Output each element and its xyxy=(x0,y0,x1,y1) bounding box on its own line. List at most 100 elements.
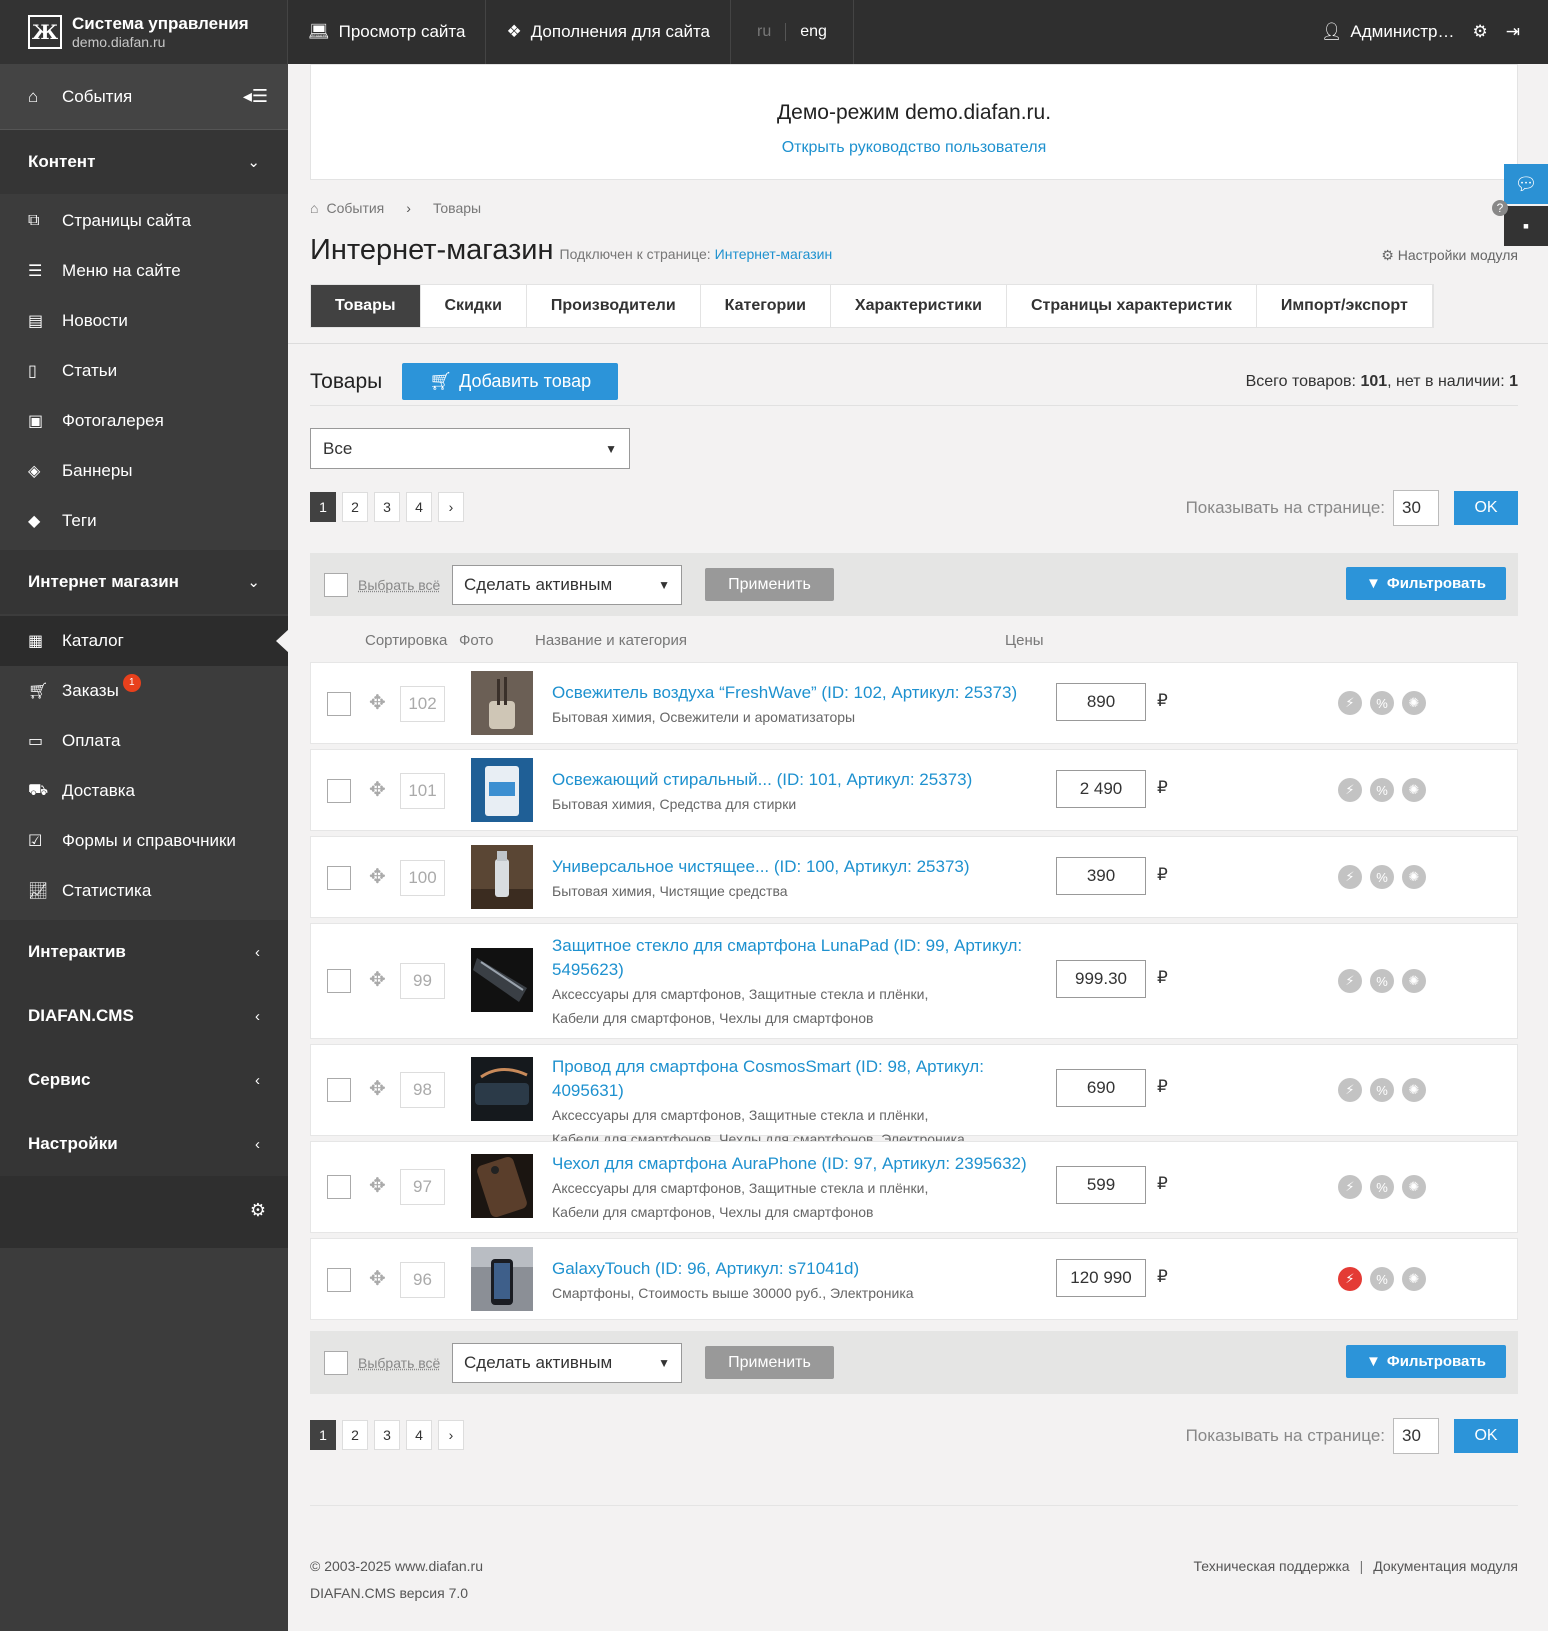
discount-icon[interactable]: % xyxy=(1370,1175,1394,1199)
price-input[interactable]: 690 xyxy=(1056,1069,1146,1107)
filter-button[interactable]: ▼ Фильтровать xyxy=(1346,567,1506,600)
product-name-link[interactable]: GalaxyTouch (ID: 96, Артикул: s71041d) xyxy=(552,1257,1032,1281)
tab-categories[interactable]: Категории xyxy=(701,285,831,327)
hit-toggle-icon[interactable]: ⚡ xyxy=(1338,778,1362,802)
filter-button[interactable]: ▼ Фильтровать xyxy=(1346,1345,1506,1378)
sidebar-item-tags[interactable]: ◆ Теги xyxy=(0,496,288,546)
sidebar-item-events[interactable]: ⌂ События ◂☰ xyxy=(0,64,288,130)
docs-link[interactable]: Документация модуля xyxy=(1373,1558,1518,1574)
per-page-input[interactable]: 30 xyxy=(1393,1418,1439,1454)
hit-toggle-icon[interactable]: ⚡ xyxy=(1338,691,1362,715)
user-guide-link[interactable]: Открыть руководство пользователя xyxy=(311,139,1517,157)
new-badge-icon[interactable]: ✺ xyxy=(1402,778,1426,802)
product-name-link[interactable]: Чехол для смартфона AuraPhone (ID: 97, А… xyxy=(552,1152,1032,1176)
select-all-link[interactable]: Выбрать всё xyxy=(358,577,440,593)
new-badge-icon[interactable]: ✺ xyxy=(1402,691,1426,715)
sidebar-item-pages[interactable]: ⧉ Страницы сайта xyxy=(0,196,288,246)
breadcrumb-events[interactable]: События xyxy=(326,200,384,216)
add-product-button[interactable]: 🛒︎ Добавить товар xyxy=(402,363,619,400)
category-filter-select[interactable]: Все ▼ xyxy=(310,428,630,469)
select-all-link[interactable]: Выбрать всё xyxy=(358,1355,440,1371)
sort-input[interactable]: 96 xyxy=(400,1262,445,1298)
logout-icon[interactable]: ⇥ xyxy=(1506,22,1520,42)
sidebar-item-banners[interactable]: ◈ Баннеры xyxy=(0,446,288,496)
sort-input[interactable]: 102 xyxy=(400,686,445,722)
support-link[interactable]: Техническая поддержка xyxy=(1193,1558,1349,1574)
page-3[interactable]: 3 xyxy=(374,1420,400,1450)
move-icon[interactable]: ✥ xyxy=(369,967,386,992)
per-page-ok-button[interactable]: OK xyxy=(1454,491,1518,525)
breadcrumb-products[interactable]: Товары xyxy=(433,200,481,216)
new-badge-icon[interactable]: ✺ xyxy=(1402,865,1426,889)
sidebar-item-gallery[interactable]: ▣ Фотогалерея xyxy=(0,396,288,446)
apply-button[interactable]: Применить xyxy=(705,568,834,601)
hit-toggle-icon[interactable]: ⚡ xyxy=(1338,1078,1362,1102)
sort-input[interactable]: 98 xyxy=(400,1072,445,1108)
discount-icon[interactable]: % xyxy=(1370,1078,1394,1102)
discount-icon[interactable]: % xyxy=(1370,865,1394,889)
sort-input[interactable]: 99 xyxy=(400,963,445,999)
tab-param-pages[interactable]: Страницы характеристик xyxy=(1007,285,1257,327)
move-icon[interactable]: ✥ xyxy=(369,1173,386,1198)
discount-icon[interactable]: % xyxy=(1370,1267,1394,1291)
apply-button[interactable]: Применить xyxy=(705,1346,834,1379)
per-page-ok-button[interactable]: OK xyxy=(1454,1419,1518,1453)
view-site-link[interactable]: 💻︎ Просмотр сайта xyxy=(288,0,487,64)
sidebar-section-interactive[interactable]: Интерактив ‹ xyxy=(0,920,288,984)
new-badge-icon[interactable]: ✺ xyxy=(1402,1175,1426,1199)
tab-products[interactable]: Товары xyxy=(311,285,421,327)
sidebar-section-settings[interactable]: Настройки ‹ xyxy=(0,1112,288,1176)
page-4[interactable]: 4 xyxy=(406,492,432,522)
product-name-link[interactable]: Освежитель воздуха “FreshWave” (ID: 102,… xyxy=(552,681,1032,705)
tab-discounts[interactable]: Скидки xyxy=(421,285,527,327)
row-checkbox[interactable] xyxy=(327,779,351,803)
per-page-input[interactable]: 30 xyxy=(1393,490,1439,526)
gear-icon[interactable]: ⚙ xyxy=(1473,22,1488,42)
discount-icon[interactable]: % xyxy=(1370,969,1394,993)
sidebar-item-orders[interactable]: 🛒︎ Заказы 1 xyxy=(0,666,288,716)
product-name-link[interactable]: Провод для смартфона CosmosSmart (ID: 98… xyxy=(552,1055,1032,1103)
tab-params[interactable]: Характеристики xyxy=(831,285,1007,327)
row-checkbox[interactable] xyxy=(327,1078,351,1102)
hit-toggle-icon[interactable]: ⚡ xyxy=(1338,1267,1362,1291)
col-sort[interactable]: Сортировка xyxy=(365,632,447,649)
sidebar-section-shop[interactable]: Интернет магазин ⌄ xyxy=(0,550,288,614)
chat-icon[interactable]: 💬︎ xyxy=(1504,164,1548,204)
collapse-menu-icon[interactable]: ◂☰ xyxy=(243,86,268,107)
price-input[interactable]: 890 xyxy=(1056,683,1146,721)
move-icon[interactable]: ✥ xyxy=(369,690,386,715)
product-name-link[interactable]: Освежающий стиральный... (ID: 101, Артик… xyxy=(552,768,1032,792)
sidebar-item-news[interactable]: ▤ Новости xyxy=(0,296,288,346)
select-all-checkbox[interactable] xyxy=(324,1351,348,1375)
sidebar-item-payment[interactable]: ▭ Оплата xyxy=(0,716,288,766)
logo[interactable]: Ж Система управления demo.diafan.ru xyxy=(0,0,288,64)
user-name[interactable]: Администр… xyxy=(1350,22,1454,42)
discount-icon[interactable]: % xyxy=(1370,778,1394,802)
sidebar-section-service[interactable]: Сервис ‹ xyxy=(0,1048,288,1112)
hit-toggle-icon[interactable]: ⚡ xyxy=(1338,1175,1362,1199)
page-1[interactable]: 1 xyxy=(310,1420,336,1450)
tab-brands[interactable]: Производители xyxy=(527,285,701,327)
sidebar-item-catalog[interactable]: ▦ Каталог xyxy=(0,616,289,666)
discount-icon[interactable]: % xyxy=(1370,691,1394,715)
sidebar-item-delivery[interactable]: ⛟ Доставка xyxy=(0,766,288,816)
sort-input[interactable]: 101 xyxy=(400,773,445,809)
product-name-link[interactable]: Универсальное чистящее... (ID: 100, Арти… xyxy=(552,855,1032,879)
next-page-button[interactable]: › xyxy=(438,492,464,522)
product-photo[interactable] xyxy=(471,948,533,1012)
move-icon[interactable]: ✥ xyxy=(369,1076,386,1101)
page-2[interactable]: 2 xyxy=(342,492,368,522)
row-checkbox[interactable] xyxy=(327,969,351,993)
sidebar-section-cms[interactable]: DIAFAN.CMS ‹ xyxy=(0,984,288,1048)
row-checkbox[interactable] xyxy=(327,692,351,716)
product-name-link[interactable]: Защитное стекло для смартфона LunaPad (I… xyxy=(552,934,1032,982)
move-icon[interactable]: ✥ xyxy=(369,777,386,802)
next-page-button[interactable]: › xyxy=(438,1420,464,1450)
sort-input[interactable]: 100 xyxy=(400,860,445,896)
new-badge-icon[interactable]: ✺ xyxy=(1402,1267,1426,1291)
page-4[interactable]: 4 xyxy=(406,1420,432,1450)
new-badge-icon[interactable]: ✺ xyxy=(1402,969,1426,993)
sidebar-item-articles[interactable]: ▯ Статьи xyxy=(0,346,288,396)
price-input[interactable]: 120 990 xyxy=(1056,1259,1146,1297)
product-photo[interactable] xyxy=(471,1057,533,1121)
